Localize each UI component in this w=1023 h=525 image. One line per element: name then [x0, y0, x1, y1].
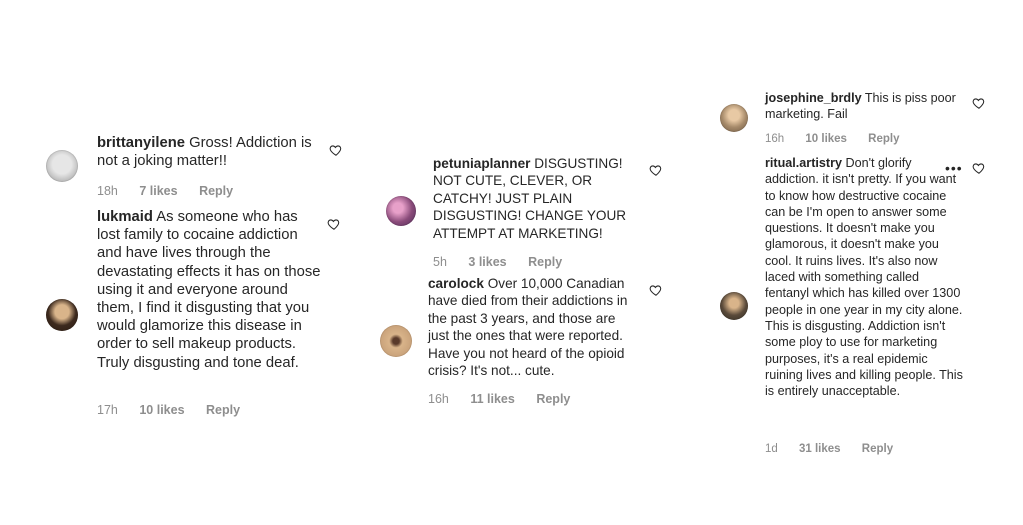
- comment-username[interactable]: brittanyilene: [97, 135, 185, 151]
- comment-time: 18h: [97, 184, 118, 198]
- comment-likes[interactable]: 10 likes: [139, 403, 184, 417]
- comment-username[interactable]: ritual.artistry: [765, 156, 842, 170]
- reply-button[interactable]: Reply: [528, 255, 562, 269]
- heart-outline-icon[interactable]: [972, 161, 986, 175]
- comment-text: brittanyilene Gross! Addiction is not a …: [97, 134, 322, 170]
- comment-meta: 16h 11 likes Reply: [428, 392, 588, 406]
- comment-text: josephine_brdly This is piss poor market…: [765, 90, 965, 123]
- reply-button[interactable]: Reply: [199, 184, 233, 198]
- avatar[interactable]: [720, 292, 748, 320]
- comment-body: As someone who has lost family to cocain…: [97, 209, 321, 371]
- reply-button[interactable]: Reply: [868, 133, 899, 145]
- avatar[interactable]: [386, 196, 416, 226]
- comment-time: 1d: [765, 443, 778, 455]
- reply-button[interactable]: Reply: [536, 392, 570, 406]
- comment-body: Over 10,000 Canadian have died from thei…: [428, 276, 628, 379]
- more-options-icon[interactable]: •••: [945, 160, 963, 176]
- comment-username[interactable]: josephine_brdly: [765, 91, 862, 105]
- comment-time: 5h: [433, 255, 447, 269]
- comment-likes[interactable]: 3 likes: [468, 255, 506, 269]
- avatar[interactable]: [46, 150, 78, 182]
- avatar[interactable]: [46, 299, 78, 331]
- comment-time: 16h: [428, 392, 449, 406]
- reply-button[interactable]: Reply: [862, 443, 893, 455]
- comment-meta: 16h 10 likes Reply: [765, 133, 918, 145]
- reply-button[interactable]: Reply: [206, 403, 240, 417]
- comment-username[interactable]: petuniaplanner: [433, 156, 530, 171]
- heart-outline-icon[interactable]: [329, 143, 343, 157]
- heart-outline-icon[interactable]: [649, 283, 663, 297]
- comment-time: 16h: [765, 133, 785, 145]
- comment-meta: 18h 7 likes Reply: [97, 184, 251, 198]
- comment-body: Don't glorify addiction. it isn't pretty…: [765, 156, 963, 399]
- comment-text: ritual.artistry Don't glorify addiction.…: [765, 155, 965, 399]
- comment-likes[interactable]: 11 likes: [470, 392, 515, 406]
- comment-text: petuniaplanner DISGUSTING! NOT CUTE, CLE…: [433, 155, 643, 242]
- comment-likes[interactable]: 7 likes: [139, 184, 177, 198]
- comment-text: lukmaid As someone who has lost family t…: [97, 208, 322, 372]
- avatar[interactable]: [720, 104, 748, 132]
- heart-outline-icon[interactable]: [649, 163, 663, 177]
- comment-meta: 17h 10 likes Reply: [97, 403, 258, 417]
- comment-username[interactable]: lukmaid: [97, 209, 153, 225]
- comment-username[interactable]: carolock: [428, 276, 484, 291]
- avatar[interactable]: [380, 325, 412, 357]
- comment-meta: 1d 31 likes Reply: [765, 443, 911, 455]
- heart-outline-icon[interactable]: [327, 217, 341, 231]
- comment-text: carolock Over 10,000 Canadian have died …: [428, 275, 638, 379]
- comment-likes[interactable]: 10 likes: [805, 133, 847, 145]
- comment-likes[interactable]: 31 likes: [799, 443, 841, 455]
- comment-time: 17h: [97, 403, 118, 417]
- heart-outline-icon[interactable]: [972, 96, 986, 110]
- comment-meta: 5h 3 likes Reply: [433, 255, 580, 269]
